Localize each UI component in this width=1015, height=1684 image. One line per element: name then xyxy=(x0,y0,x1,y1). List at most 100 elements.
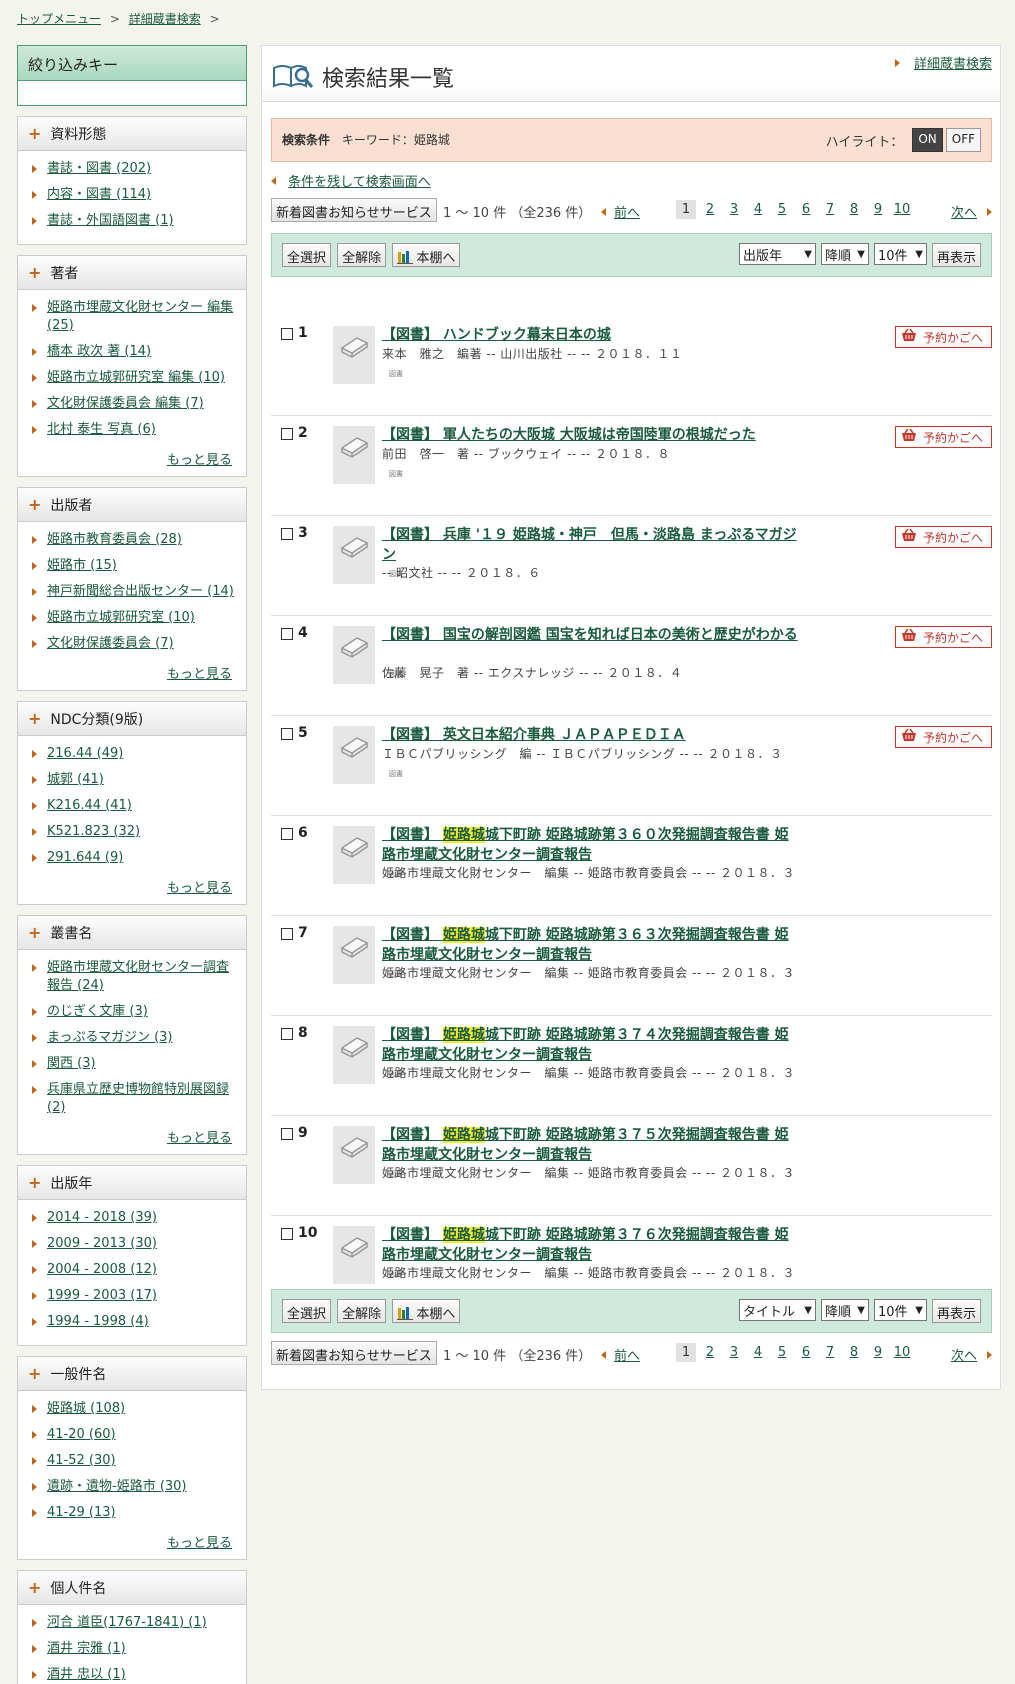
facet-item-link[interactable]: 姫路市立城郭研究室 編集 (10) xyxy=(47,370,225,385)
facet-header[interactable]: + 資料形態 xyxy=(18,117,246,151)
reserve-basket-button[interactable]: 予約かごへ xyxy=(895,426,992,448)
facet-item-link[interactable]: 文化財保護委員会 編集 (7) xyxy=(47,396,204,411)
facet-item-link[interactable]: まっぷるマガジン (3) xyxy=(47,1030,173,1045)
facet-item[interactable]: 2004 - 2008 (12) xyxy=(30,1261,236,1279)
breadcrumb-top-menu[interactable]: トップメニュー xyxy=(17,12,101,26)
facet-item[interactable]: 216.44 (49) xyxy=(30,745,236,763)
prev-page-label[interactable]: 前へ xyxy=(614,1349,640,1364)
result-checkbox[interactable] xyxy=(281,528,293,540)
facet-item-link[interactable]: 姫路市 (15) xyxy=(47,558,117,573)
back-to-search-link[interactable]: 条件を残して検索画面へ xyxy=(271,171,431,190)
result-title-link[interactable]: 【図書】 国宝の解剖図鑑 国宝を知れば日本の美術と歴史がわかる xyxy=(382,625,802,645)
page-link[interactable]: 3 xyxy=(724,200,744,219)
page-link[interactable]: 7 xyxy=(820,200,840,219)
select-all-button[interactable]: 全選択 xyxy=(282,1299,332,1323)
sort-field-select[interactable]: タイトル ▼ xyxy=(738,1299,816,1321)
page-link[interactable]: 9 xyxy=(868,1343,888,1362)
facet-item-link[interactable]: 書誌・外国語図書 (1) xyxy=(47,213,174,228)
facet-item-link[interactable]: 2004 - 2008 (12) xyxy=(47,1262,157,1277)
result-title-link[interactable]: 【図書】 英文日本紹介事典 ＪＡＰＡＰＥＤＩＡ xyxy=(382,725,802,745)
facet-item-link[interactable]: 書誌・図書 (202) xyxy=(47,161,151,176)
facet-item-link[interactable]: 姫路城 (108) xyxy=(47,1401,125,1416)
deselect-all-button[interactable]: 全解除 xyxy=(337,1299,387,1323)
result-checkbox[interactable] xyxy=(281,1028,293,1040)
highlight-off-button[interactable]: OFF xyxy=(945,128,981,152)
facet-item-link[interactable]: 291.644 (9) xyxy=(47,850,123,865)
facet-item-link[interactable]: 内容・図書 (114) xyxy=(47,187,151,202)
facet-item[interactable]: 河合 道臣(1767-1841) (1) xyxy=(30,1614,236,1632)
facet-item[interactable]: 神戸新聞総合出版センター (14) xyxy=(30,583,236,601)
facet-item[interactable]: 姫路市埋蔵文化財センター調査報告 (24) xyxy=(30,959,236,995)
facet-header[interactable]: + 出版者 xyxy=(18,488,246,522)
result-title-link[interactable]: 【図書】 姫路城城下町跡 姫路城跡第３７５次発掘調査報告書 姫路市埋蔵文化財セン… xyxy=(382,1125,802,1165)
select-all-button[interactable]: 全選択 xyxy=(282,243,332,267)
facet-item[interactable]: 姫路市立城郭研究室 編集 (10) xyxy=(30,369,236,387)
page-link[interactable]: 2 xyxy=(700,200,720,219)
result-title-link[interactable]: 【図書】 姫路城城下町跡 姫路城跡第３６３次発掘調査報告書 姫路市埋蔵文化財セン… xyxy=(382,925,802,965)
next-page-label[interactable]: 次へ xyxy=(951,1349,977,1364)
result-checkbox[interactable] xyxy=(281,328,293,340)
facet-item[interactable]: 遺跡・遺物-姫路市 (30) xyxy=(30,1478,236,1496)
page-link[interactable]: 5 xyxy=(772,200,792,219)
facet-item-link[interactable]: K216.44 (41) xyxy=(47,798,132,813)
facet-item-link[interactable]: 神戸新聞総合出版センター (14) xyxy=(47,584,234,599)
facet-item[interactable]: 書誌・図書 (202) xyxy=(30,160,236,178)
facet-item[interactable]: 姫路市 (15) xyxy=(30,557,236,575)
facet-item[interactable]: K521.823 (32) xyxy=(30,823,236,841)
per-page-select[interactable]: 10件 ▼ xyxy=(873,243,927,265)
prev-page-label[interactable]: 前へ xyxy=(614,206,640,221)
facet-item-link[interactable]: 1994 - 1998 (4) xyxy=(47,1314,149,1329)
breadcrumb-advanced-search[interactable]: 詳細蔵書検索 xyxy=(129,12,201,26)
page-link[interactable]: 10 xyxy=(892,200,912,219)
facet-item-link[interactable]: 216.44 (49) xyxy=(47,746,123,761)
result-checkbox[interactable] xyxy=(281,928,293,940)
prev-page-link[interactable]: 前へ xyxy=(601,1345,640,1364)
facet-item-link[interactable]: 1999 - 2003 (17) xyxy=(47,1288,157,1303)
per-page-select[interactable]: 10件 ▼ xyxy=(873,1299,927,1321)
page-link[interactable]: 5 xyxy=(772,1343,792,1362)
facet-header[interactable]: + 一般件名 xyxy=(18,1357,246,1391)
facet-item-link[interactable]: 城郭 (41) xyxy=(47,772,104,787)
result-title-link[interactable]: 【図書】 兵庫 '１９ 姫路城・神戸 但馬・淡路島 まっぷるマガジン xyxy=(382,525,802,565)
page-link[interactable]: 4 xyxy=(748,1343,768,1362)
show-more-link[interactable]: もっと見る xyxy=(167,453,232,468)
facet-item-link[interactable]: 兵庫県立歴史博物館特別展図録 (2) xyxy=(47,1082,229,1115)
facet-item[interactable]: 文化財保護委員会 (7) xyxy=(30,635,236,653)
sort-field-select[interactable]: 出版年 ▼ xyxy=(738,243,816,265)
facet-item[interactable]: 文化財保護委員会 編集 (7) xyxy=(30,395,236,413)
facet-item-link[interactable]: 酒井 宗雅 (1) xyxy=(47,1641,126,1656)
facet-item[interactable]: 書誌・外国語図書 (1) xyxy=(30,212,236,230)
facet-item-link[interactable]: 41-29 (13) xyxy=(47,1505,116,1520)
facet-item-link[interactable]: 酒井 忠以 (1) xyxy=(47,1667,126,1682)
facet-item-link[interactable]: 北村 泰生 写真 (6) xyxy=(47,422,156,437)
facet-item-link[interactable]: 文化財保護委員会 (7) xyxy=(47,636,174,651)
facet-item-link[interactable]: 姫路市立城郭研究室 (10) xyxy=(47,610,195,625)
next-page-link[interactable]: 次へ xyxy=(951,202,992,221)
facet-item[interactable]: 41-20 (60) xyxy=(30,1426,236,1444)
advanced-search-link[interactable]: 詳細蔵書検索 xyxy=(895,53,992,72)
page-link[interactable]: 7 xyxy=(820,1343,840,1362)
facet-item[interactable]: 1994 - 1998 (4) xyxy=(30,1313,236,1331)
advanced-search-link-label[interactable]: 詳細蔵書検索 xyxy=(914,57,992,72)
show-more-link[interactable]: もっと見る xyxy=(167,1131,232,1146)
facet-item-link[interactable]: 関西 (3) xyxy=(47,1056,96,1071)
result-title-link[interactable]: 【図書】 姫路城城下町跡 姫路城跡第３６０次発掘調査報告書 姫路市埋蔵文化財セン… xyxy=(382,825,802,865)
facet-item-link[interactable]: 遺跡・遺物-姫路市 (30) xyxy=(47,1479,187,1494)
facet-item[interactable]: 姫路市教育委員会 (28) xyxy=(30,531,236,549)
result-checkbox[interactable] xyxy=(281,628,293,640)
redisplay-button[interactable]: 再表示 xyxy=(931,1299,981,1323)
facet-header[interactable]: + 叢書名 xyxy=(18,916,246,950)
facet-item[interactable]: 兵庫県立歴史博物館特別展図録 (2) xyxy=(30,1081,236,1117)
next-page-label[interactable]: 次へ xyxy=(951,206,977,221)
reserve-basket-button[interactable]: 予約かごへ xyxy=(895,326,992,348)
page-link[interactable]: 9 xyxy=(868,200,888,219)
facet-item[interactable]: 酒井 忠以 (1) xyxy=(30,1666,236,1684)
facet-item[interactable]: 北村 泰生 写真 (6) xyxy=(30,421,236,439)
result-title-link[interactable]: 【図書】 姫路城城下町跡 姫路城跡第３７６次発掘調査報告書 姫路市埋蔵文化財セン… xyxy=(382,1225,802,1265)
facet-item-link[interactable]: 2009 - 2013 (30) xyxy=(47,1236,157,1251)
sort-order-select[interactable]: 降順 ▼ xyxy=(820,243,869,265)
page-link[interactable]: 8 xyxy=(844,200,864,219)
facet-item[interactable]: 関西 (3) xyxy=(30,1055,236,1073)
result-checkbox[interactable] xyxy=(281,1228,293,1240)
facet-item[interactable]: のじぎく文庫 (3) xyxy=(30,1003,236,1021)
